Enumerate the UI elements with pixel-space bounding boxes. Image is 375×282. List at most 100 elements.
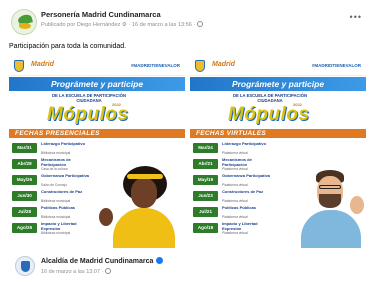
flyer-school: DE LA ESCUELA DE PARTICIPACIÓN CIUDADANA — [233, 93, 307, 103]
shared-page-name[interactable]: Alcaldía de Madrid Cundinamarca — [41, 257, 164, 265]
logo-text: Madrid — [212, 61, 235, 68]
dates-title: FECHAS PRESENCIALES — [15, 130, 100, 137]
schedule-row: Jun/30 Constructores de Paz Biblioteca m… — [12, 189, 90, 205]
schedule-row: Ago/25 Impacto y Libertad Expresión Bibl… — [12, 221, 90, 237]
schedule-place: Salón de Concejo — [41, 183, 68, 187]
schedule-date: May/26 — [12, 175, 37, 185]
madrid-logo: Madrid — [212, 61, 235, 68]
post-header: Personería Madrid Cundinamarca Publicado… — [8, 7, 368, 39]
schedule-place: Plataforma virtual — [222, 183, 248, 187]
flyer-big-logo: Mópulos — [47, 104, 129, 125]
schedule-place: Plataforma virtual — [222, 167, 248, 171]
schedule-topic: Liderazgo Participativo — [222, 141, 267, 146]
flyer-image-virtual[interactable]: Madrid #MADRIDTIENEVALOR Prográmete y pa… — [190, 56, 366, 248]
facebook-post: Personería Madrid Cundinamarca Publicado… — [0, 0, 375, 282]
schedule-list: Mar/24 Liderazgo Participativo Plataform… — [193, 141, 271, 237]
schedule-row: May/26 Gobernanza Participativa Salón de… — [12, 173, 90, 189]
schedule-date: Abr/21 — [193, 159, 218, 169]
glasses-shape — [319, 185, 341, 189]
logo-leaf-icon — [19, 23, 31, 29]
schedule-place: Biblioteca municipal — [41, 151, 71, 155]
dates-title: FECHAS VIRTUALES — [196, 130, 267, 137]
schedule-place: Biblioteca municipal — [41, 231, 71, 235]
waving-hand-shape — [350, 196, 364, 214]
man-photo — [283, 168, 366, 248]
schedule-place: Plataforma virtual — [222, 199, 248, 203]
schedule-topic: Mecanismos de Participación — [222, 157, 252, 167]
dates-band: FECHAS PRESENCIALES — [9, 129, 185, 138]
schedule-date: Jul/28 — [12, 207, 37, 217]
schedule-topic: Gobernanza Participativa — [41, 173, 90, 178]
woman-photo — [97, 166, 182, 248]
schedule-date: Jun/30 — [12, 191, 37, 201]
globe-icon — [105, 268, 112, 274]
post-meta: Publicado por Diego Hernández ⚙ · 16 de … — [41, 21, 204, 28]
more-options-button[interactable]: ••• — [350, 12, 362, 22]
logo-text: Madrid — [31, 61, 54, 68]
page-name-link[interactable]: Personería Madrid Cundinamarca — [41, 10, 161, 19]
waving-hand-shape — [99, 208, 113, 226]
schedule-place: Plataforma virtual — [222, 151, 248, 155]
verified-badge-icon — [156, 257, 164, 264]
headband-shape — [127, 174, 163, 179]
flyer-year: 2022 — [112, 102, 121, 107]
schedule-place: Biblioteca municipal — [41, 199, 71, 203]
flyer-topbar: Madrid #MADRIDTIENEVALOR — [190, 56, 366, 76]
schedule-row: Abr/21 Mecanismos de Participación Plata… — [193, 157, 271, 173]
schedule-topic: Constructores de Paz — [222, 189, 264, 194]
flyer-image-presencial[interactable]: Madrid #MADRIDTIENEVALOR Prográmete y pa… — [9, 56, 185, 248]
shirt-shape — [301, 210, 361, 248]
schedule-row: Jul/28 Políticas Públicas Biblioteca mun… — [12, 205, 90, 221]
schedule-topic: Impacto y Libertad Expresión — [41, 221, 77, 231]
schedule-row: Abr/28 Mecanismos de Participación Casa … — [12, 157, 90, 173]
schedule-row: May/19 Gobernanza Participativa Platafor… — [193, 173, 271, 189]
schedule-topic: Constructores de Paz — [41, 189, 83, 194]
schedule-list: Mar/31 Liderazgo Participativo Bibliotec… — [12, 141, 90, 237]
shared-post-meta-text: 16 de marzo a las 13:07 · — [41, 269, 104, 275]
flyer-slogan: Prográmete y participe — [231, 79, 325, 89]
schedule-date: Mar/24 — [193, 143, 218, 153]
shared-post-meta: 16 de marzo a las 13:07 · — [41, 268, 112, 275]
schedule-row: Jun/23 Constructores de Paz Plataforma v… — [193, 189, 271, 205]
coat-of-arms-icon — [14, 60, 24, 72]
flyer-hashtag: #MADRIDTIENEVALOR — [311, 63, 361, 68]
flyer-hashtag: #MADRIDTIENEVALOR — [130, 63, 180, 68]
flyer-slogan: Prográmete y participe — [50, 79, 144, 89]
schedule-date: Ago/25 — [12, 223, 37, 233]
beard-shape — [319, 194, 341, 208]
schedule-date: Jul/21 — [193, 207, 218, 217]
schedule-topic: Políticas Públicas — [222, 205, 257, 210]
photo-gallery: Madrid #MADRIDTIENEVALOR Prográmete y pa… — [9, 56, 366, 248]
schedule-date: Jun/23 — [193, 191, 218, 201]
schedule-place: Casa de la cultura — [41, 167, 68, 171]
schedule-row: Mar/24 Liderazgo Participativo Plataform… — [193, 141, 271, 157]
page-avatar[interactable] — [11, 9, 37, 35]
sweater-shape — [113, 208, 175, 248]
coat-of-arms-icon — [195, 60, 205, 72]
dates-band: FECHAS VIRTUALES — [190, 129, 366, 138]
post-caption: Participación para toda la comunidad. — [9, 43, 127, 50]
schedule-place: Plataforma virtual — [222, 215, 248, 219]
flyer-year: 2022 — [293, 102, 302, 107]
shared-page-avatar[interactable] — [15, 256, 35, 276]
flyer-school: DE LA ESCUELA DE PARTICIPACIÓN CIUDADANA — [52, 93, 126, 103]
schedule-date: May/19 — [193, 175, 218, 185]
schedule-row: Mar/31 Liderazgo Participativo Bibliotec… — [12, 141, 90, 157]
schedule-date: Abr/28 — [12, 159, 37, 169]
schedule-date: Ago/18 — [193, 223, 218, 233]
schedule-topic: Impacto y Libertad Expresión — [222, 221, 258, 231]
slogan-band: Prográmete y participe — [190, 77, 366, 91]
madrid-logo: Madrid — [31, 61, 54, 68]
schedule-row: Jul/21 Políticas Públicas Plataforma vir… — [193, 205, 271, 221]
schedule-topic: Gobernanza Participativa — [222, 173, 271, 178]
schedule-topic: Políticas Públicas — [41, 205, 76, 210]
flyer-topbar: Madrid #MADRIDTIENEVALOR — [9, 56, 185, 76]
schedule-topic: Liderazgo Participativo — [41, 141, 86, 146]
slogan-band: Prográmete y participe — [9, 77, 185, 91]
post-meta-text: Publicado por Diego Hernández ⚙ · 16 de … — [41, 22, 196, 28]
schedule-place: Biblioteca municipal — [41, 215, 71, 219]
schedule-row: Ago/18 Impacto y Libertad Expresión Plat… — [193, 221, 271, 237]
shared-page-name-text: Alcaldía de Madrid Cundinamarca — [41, 258, 154, 265]
schedule-date: Mar/31 — [12, 143, 37, 153]
schedule-topic: Mecanismos de Participación — [41, 157, 71, 167]
